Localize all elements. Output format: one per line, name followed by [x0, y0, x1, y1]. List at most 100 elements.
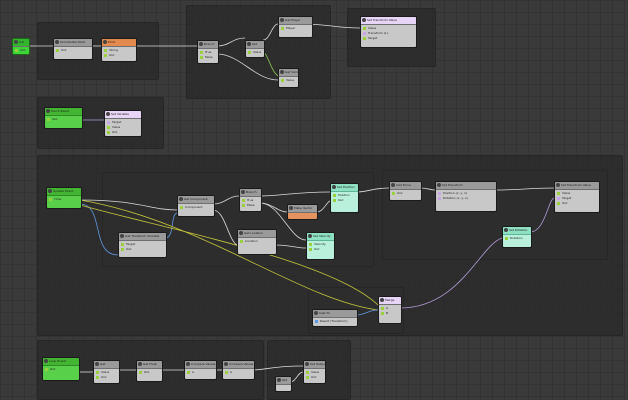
- node-pin: Out: [306, 375, 323, 380]
- wire: [494, 187, 555, 191]
- wire: [529, 197, 555, 233]
- node-title: Cast To: [313, 310, 357, 318]
- start-node-out: Out: [15, 48, 27, 53]
- node-title: Print: [102, 39, 136, 47]
- get-float-node[interactable]: Get Float Out: [136, 360, 163, 382]
- node-title: Get Transform Variable: [119, 233, 166, 241]
- node-title: Set: [246, 41, 264, 49]
- get-transform-variable-node[interactable]: Get Transform Variable Target Out: [118, 232, 167, 258]
- branch-node[interactable]: Branch True False: [197, 40, 219, 64]
- node-pin: Out: [47, 117, 80, 122]
- wire: [259, 202, 288, 213]
- node-title: Set Transform Value: [555, 182, 599, 190]
- node-pin: False: [200, 55, 216, 60]
- node-title: Update Event: [47, 188, 81, 196]
- node-title: Set Position: [331, 184, 358, 192]
- node-pin: Value: [248, 50, 262, 55]
- node-pin: B: [381, 311, 399, 316]
- set-transform-node[interactable]: Set Transform Position (x, y, z) Rotatio…: [435, 181, 497, 212]
- node-pin: Rotation (x, y, z): [438, 196, 494, 201]
- set-output-node[interactable]: Set Output Value Out: [303, 360, 326, 384]
- get-component-node[interactable]: Get Component Component: [177, 195, 215, 217]
- node-title: Make Vector: [288, 205, 317, 213]
- wire: [419, 187, 436, 191]
- node-pin: Out: [557, 201, 597, 206]
- node-title: Compare Values: [185, 361, 216, 369]
- compare-values-node[interactable]: Compare Values A: [184, 360, 217, 380]
- node-title: Set Velocity: [307, 233, 334, 241]
- node-title: Merge: [379, 297, 401, 305]
- merge-node[interactable]: Merge A B: [378, 296, 402, 324]
- set-transform-value-node[interactable]: Set Transform Value Value Transform (L) …: [360, 16, 417, 48]
- node-title: Set Output: [304, 361, 325, 369]
- node-title: Get Variable: [279, 69, 298, 77]
- cast-to-node[interactable]: Cast To Result (Transform): [312, 309, 358, 327]
- wire: [216, 37, 246, 47]
- start-node[interactable]: Init Out: [12, 38, 30, 55]
- get-player-node[interactable]: Get Player Player: [278, 16, 313, 38]
- node-pin: Rotation: [505, 236, 529, 241]
- node-pin: Location: [240, 239, 274, 244]
- wire: [212, 195, 240, 205]
- set-node[interactable]: Set Value: [245, 40, 265, 58]
- print-node[interactable]: Print String Out: [101, 38, 137, 62]
- branch-inner-node[interactable]: Branch True False: [239, 188, 262, 212]
- node-title: Get Location: [238, 230, 276, 238]
- wire: [252, 365, 304, 371]
- node-pin: False: [242, 203, 259, 208]
- set-velocity-node[interactable]: Set Velocity Velocity Out: [306, 232, 335, 260]
- add-force-node[interactable]: Add Force Out: [389, 181, 422, 201]
- wire: [399, 237, 503, 309]
- node-title: OnInitialize Start: [54, 39, 92, 47]
- node-pin: Out: [309, 247, 332, 252]
- node-pin: Out: [45, 367, 77, 372]
- node-pin: Out: [107, 130, 139, 135]
- get-variable-node[interactable]: Get Variable Value: [278, 68, 299, 88]
- node-title: Set Variable: [105, 111, 141, 119]
- connection-wires: [28, 23, 555, 383]
- set-transform-value-inner-node[interactable]: Set Transform Value Value Target Out: [554, 181, 600, 213]
- make-vector-node[interactable]: Make Vector: [287, 204, 318, 220]
- oninitialize-node[interactable]: OnInitialize Start Out: [53, 38, 93, 60]
- node-pin: A: [187, 370, 214, 375]
- compare-values-node-2[interactable]: Compare Values A: [222, 360, 255, 380]
- set-rotation-node[interactable]: Set Rotation Rotation: [502, 226, 532, 248]
- node-pin: Out: [392, 191, 419, 196]
- node-graph-canvas[interactable]: Init Out OnInitialize Start Out Print St…: [0, 0, 628, 400]
- set-variable-node[interactable]: Set Variable Target Value Out: [104, 110, 142, 137]
- update-event-node[interactable]: Update Event Time: [46, 187, 82, 209]
- node-title: Set: [276, 377, 291, 385]
- get-location-node[interactable]: Get Location Location: [237, 229, 277, 255]
- node-title: Add Force: [390, 182, 421, 190]
- node-pin: Out: [56, 48, 90, 53]
- set-position-node[interactable]: Set Position Position Out: [330, 183, 359, 213]
- node-title: Get Float: [137, 361, 162, 369]
- node-title: Get Player: [279, 17, 312, 25]
- node-pin: Out: [121, 247, 164, 252]
- start-node-title: Init: [13, 39, 29, 47]
- loop-event-node[interactable]: Loop Event Out: [42, 357, 80, 381]
- node-pin: Player: [281, 26, 310, 31]
- node-pin: Result (Transform): [315, 319, 355, 324]
- wire: [274, 244, 307, 249]
- node-title: Set Rotation: [503, 227, 531, 235]
- node-pin: Value: [281, 78, 296, 83]
- touch-event-node[interactable]: Touch Event Out: [44, 107, 83, 129]
- get-node[interactable]: Get Value Out: [93, 360, 120, 384]
- wire: [259, 191, 331, 197]
- node-title: Compare Values: [223, 361, 254, 369]
- node-pin: Out: [333, 198, 356, 203]
- node-pin: Time: [49, 197, 79, 202]
- node-title: Get: [94, 361, 119, 369]
- node-title: Touch Event: [45, 108, 82, 116]
- node-pin: Out: [139, 370, 160, 375]
- node-title: Set Transform Value: [361, 17, 416, 25]
- node-pin: A: [225, 370, 252, 375]
- wire: [355, 309, 379, 316]
- node-title: Get Component: [178, 196, 214, 204]
- node-pin: Out: [104, 53, 134, 58]
- node-title: Set Transform: [436, 182, 496, 190]
- set-bottom-node[interactable]: Set: [275, 376, 292, 392]
- wire: [262, 23, 279, 41]
- node-pin: Component: [180, 205, 212, 210]
